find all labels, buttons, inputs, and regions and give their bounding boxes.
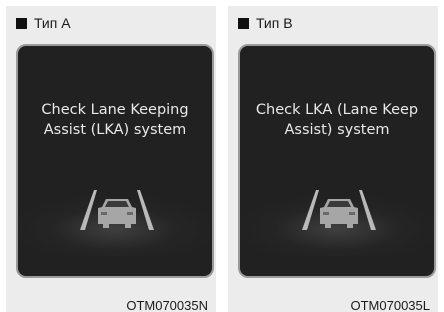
warning-message-line-1: Check Lane Keeping xyxy=(41,102,189,118)
cluster-display: Check Lane Keeping Assist (LKA) system xyxy=(16,44,214,278)
panel-type-b: Тип B Check LKA (Lane Keep Assist) syste… xyxy=(228,6,438,312)
lane-car-icon xyxy=(80,190,154,230)
panel-type-a: Тип A Check Lane Keeping Assist (LKA) sy… xyxy=(6,6,216,312)
panel-header: Тип A xyxy=(16,15,71,31)
figure-code: OTM070035N xyxy=(126,298,208,312)
lane-car-icon xyxy=(302,190,376,230)
square-icon xyxy=(16,17,27,29)
panel-title: Тип A xyxy=(34,15,71,31)
warning-message-line-2: Assist (LKA) system xyxy=(43,122,187,138)
warning-message: Check Lane Keeping Assist (LKA) system xyxy=(18,100,212,140)
warning-message-line-2: Assist) system xyxy=(284,122,390,138)
warning-message: Check LKA (Lane Keep Assist) system xyxy=(240,100,434,140)
figure-code: OTM070035L xyxy=(350,298,431,312)
panel-header: Тип B xyxy=(238,15,293,31)
square-icon xyxy=(238,17,249,29)
panel-title: Тип B xyxy=(256,15,293,31)
cluster-display: Check LKA (Lane Keep Assist) system xyxy=(238,44,436,278)
warning-message-line-1: Check LKA (Lane Keep xyxy=(255,102,419,118)
